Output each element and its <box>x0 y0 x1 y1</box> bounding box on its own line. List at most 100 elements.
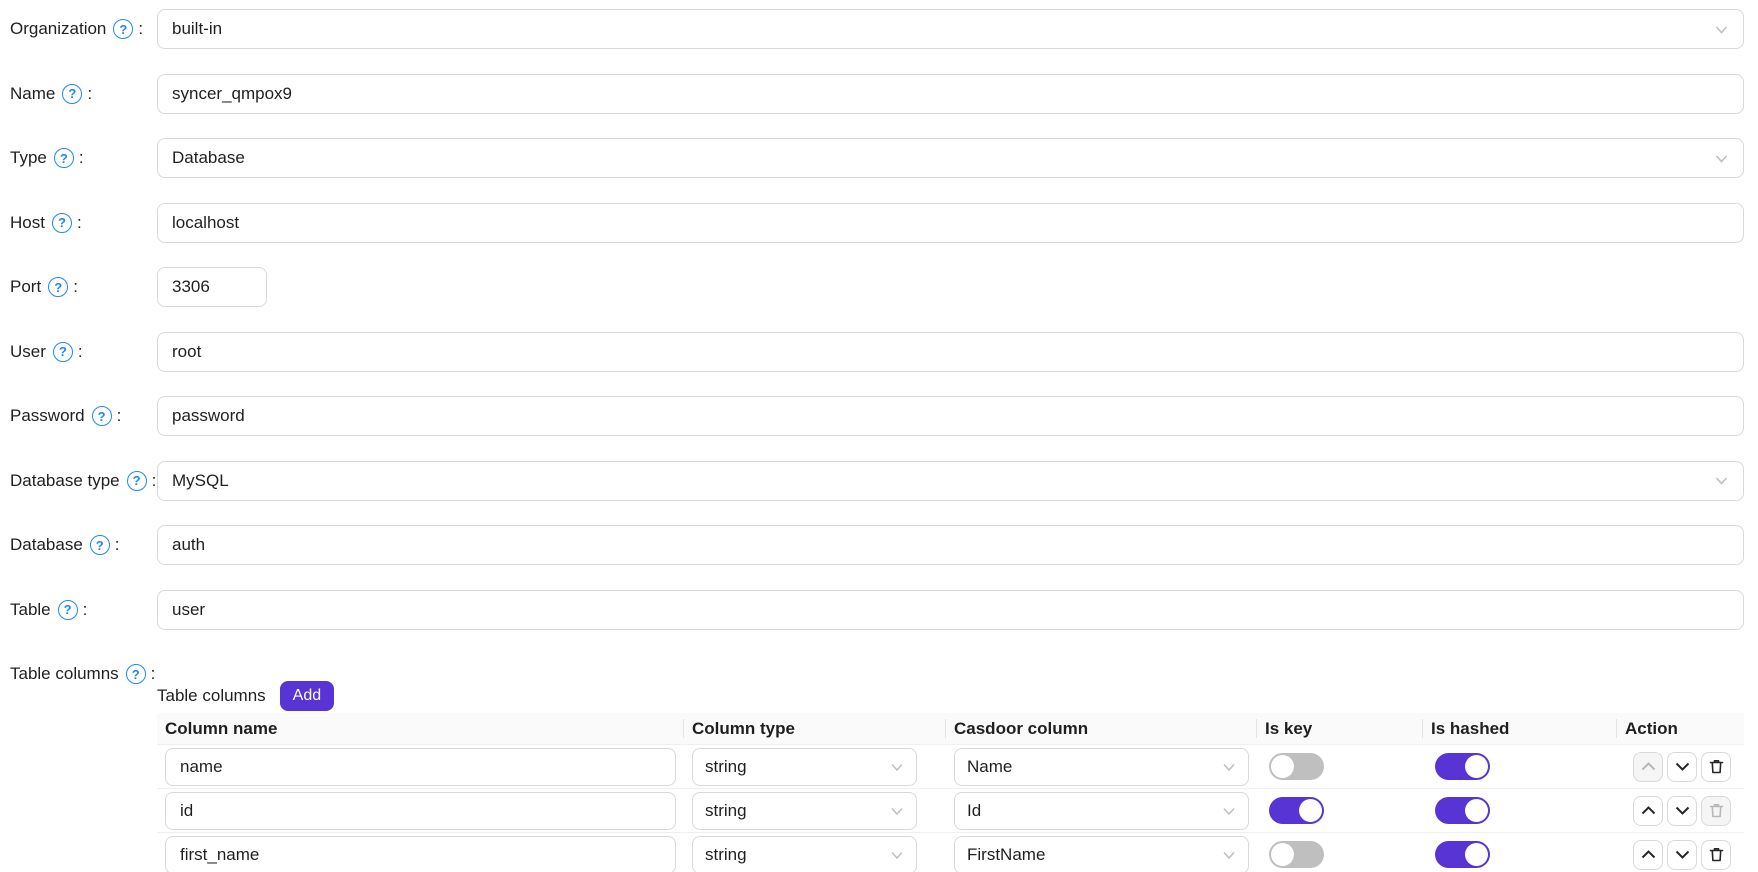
form-row-database: Database ? : <box>10 525 1744 565</box>
select-value: MySQL <box>172 471 229 491</box>
casdoor-column-select[interactable]: FirstName <box>954 836 1249 872</box>
help-icon[interactable]: ? <box>52 213 72 233</box>
help-icon[interactable]: ? <box>127 471 147 491</box>
host-input[interactable] <box>157 203 1744 243</box>
type-select[interactable]: Database <box>157 138 1744 178</box>
field-label-text: Password <box>10 406 85 426</box>
select-value: Database <box>172 148 245 168</box>
label-colon: : <box>115 535 120 555</box>
user-label: User ? : <box>10 332 157 372</box>
column-type-select[interactable]: string <box>692 792 917 830</box>
header-is-hashed: Is hashed <box>1423 713 1617 744</box>
password-label: Password ? : <box>10 396 157 436</box>
table-header-row: Column name Column type Casdoor column I… <box>157 713 1744 745</box>
table-row: string Id <box>157 789 1744 833</box>
field-label-text: Name <box>10 84 55 104</box>
delete-row-button[interactable] <box>1701 796 1731 826</box>
help-icon[interactable]: ? <box>62 84 82 104</box>
form-row-host: Host ? : <box>10 203 1744 243</box>
form-row-password: Password ? : <box>10 396 1744 436</box>
column-name-input[interactable] <box>165 792 676 830</box>
column-type-select[interactable]: string <box>692 748 917 786</box>
is-key-switch[interactable] <box>1269 797 1324 824</box>
switch-knob <box>1465 843 1488 866</box>
field-label-text: Table columns <box>10 664 119 684</box>
field-label-text: Type <box>10 148 47 168</box>
help-icon[interactable]: ? <box>48 277 68 297</box>
column-name-input[interactable] <box>165 836 676 872</box>
switch-knob <box>1465 799 1488 822</box>
column-name-input[interactable] <box>165 748 676 786</box>
form-row-name: Name ? : <box>10 74 1744 114</box>
chevron-up-icon <box>1641 850 1656 859</box>
column-type-select[interactable]: string <box>692 836 917 872</box>
label-colon: : <box>87 84 92 104</box>
chevron-up-icon <box>1641 806 1656 815</box>
form-row-user: User ? : <box>10 332 1744 372</box>
name-input[interactable] <box>157 74 1744 114</box>
is-hashed-switch[interactable] <box>1435 753 1490 780</box>
delete-row-button[interactable] <box>1701 840 1731 870</box>
label-colon: : <box>151 664 156 684</box>
name-label: Name ? : <box>10 74 157 114</box>
switch-knob <box>1271 755 1294 778</box>
is-hashed-switch[interactable] <box>1435 841 1490 868</box>
label-colon: : <box>117 406 122 426</box>
database-type-select[interactable]: MySQL <box>157 461 1744 501</box>
is-key-switch[interactable] <box>1269 753 1324 780</box>
is-hashed-switch[interactable] <box>1435 797 1490 824</box>
help-icon[interactable]: ? <box>53 342 73 362</box>
trash-icon <box>1708 846 1725 863</box>
chevron-down-icon <box>1714 151 1729 166</box>
host-label: Host ? : <box>10 203 157 243</box>
form-row-table-columns: Table columns ? : Table columns Add Colu… <box>10 654 1744 872</box>
chevron-down-icon <box>890 804 904 818</box>
add-column-button[interactable]: Add <box>280 681 334 711</box>
organization-label: Organization ? : <box>10 9 157 49</box>
header-action: Action <box>1617 713 1744 744</box>
user-input[interactable] <box>157 332 1744 372</box>
switch-knob <box>1465 755 1488 778</box>
move-down-button[interactable] <box>1667 796 1697 826</box>
password-input[interactable] <box>157 396 1744 436</box>
label-colon: : <box>73 277 78 297</box>
table-columns-header: Table columns Add <box>157 679 1744 713</box>
table-input[interactable] <box>157 590 1744 630</box>
form-row-type: Type ? : Database <box>10 138 1744 178</box>
field-label-text: Organization <box>10 19 106 39</box>
chevron-down-icon <box>1675 806 1690 815</box>
is-key-switch[interactable] <box>1269 841 1324 868</box>
chevron-down-icon <box>1222 760 1236 774</box>
delete-row-button[interactable] <box>1701 752 1731 782</box>
label-colon: : <box>152 471 157 491</box>
field-label-text: Table <box>10 600 51 620</box>
label-colon: : <box>79 148 84 168</box>
chevron-down-icon <box>1675 762 1690 771</box>
database-label: Database ? : <box>10 525 157 565</box>
port-label: Port ? : <box>10 267 157 307</box>
table-columns-card: Table columns Add Column name Column typ… <box>157 679 1744 872</box>
chevron-down-icon <box>1714 473 1729 488</box>
casdoor-column-select[interactable]: Id <box>954 792 1249 830</box>
database-type-label: Database type ? : <box>10 461 157 501</box>
database-input[interactable] <box>157 525 1744 565</box>
move-up-button[interactable] <box>1633 752 1663 782</box>
type-label: Type ? : <box>10 138 157 178</box>
port-input[interactable] <box>157 267 267 307</box>
help-icon[interactable]: ? <box>92 406 112 426</box>
trash-icon <box>1708 802 1725 819</box>
help-icon[interactable]: ? <box>90 535 110 555</box>
header-column-type: Column type <box>684 713 946 744</box>
move-down-button[interactable] <box>1667 840 1697 870</box>
help-icon[interactable]: ? <box>54 148 74 168</box>
help-icon[interactable]: ? <box>113 19 133 39</box>
header-column-name: Column name <box>157 713 684 744</box>
help-icon[interactable]: ? <box>58 600 78 620</box>
move-down-button[interactable] <box>1667 752 1697 782</box>
help-icon[interactable]: ? <box>126 664 146 684</box>
organization-select[interactable]: built-in <box>157 9 1744 49</box>
move-up-button[interactable] <box>1633 796 1663 826</box>
casdoor-column-select[interactable]: Name <box>954 748 1249 786</box>
move-up-button[interactable] <box>1633 840 1663 870</box>
switch-knob <box>1271 843 1294 866</box>
